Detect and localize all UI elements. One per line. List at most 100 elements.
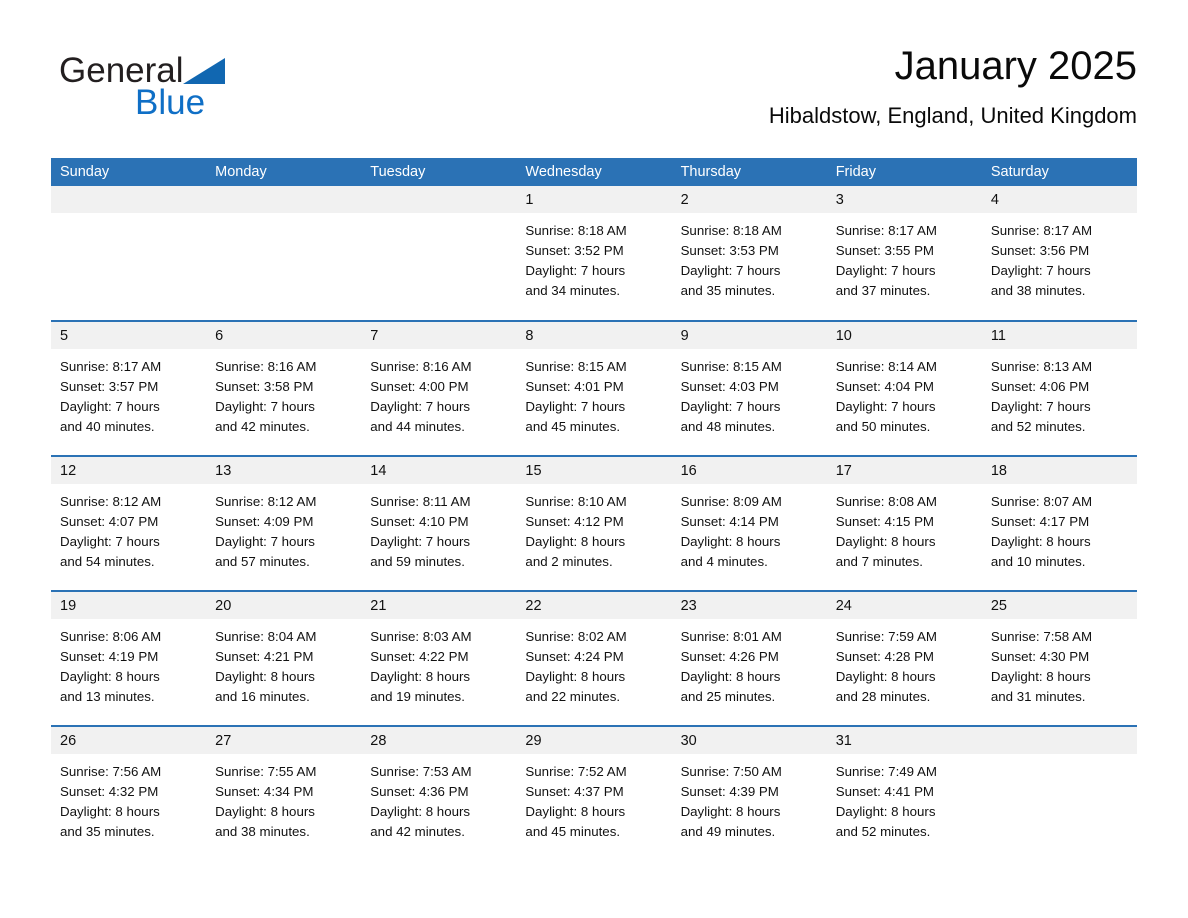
- calendar-cell-day[interactable]: 7 Sunrise: 8:16 AM Sunset: 4:00 PM Daylight…: [361, 320, 517, 456]
- day-number: 20: [206, 592, 362, 619]
- day-details: Sunrise: 7:50 AM Sunset: 4:39 PM Daylight:…: [672, 754, 827, 842]
- day-detail-line: Sunrise: 8:09 AM: [680, 494, 782, 509]
- calendar-cell-day[interactable]: 28 Sunrise: 7:53 AM Sunset: 4:36 PM Dayligh…: [361, 725, 517, 861]
- day-detail-line: Daylight: 8 hours: [525, 534, 626, 549]
- weekday-header-monday: Monday: [206, 158, 362, 186]
- day-details: Sunrise: 8:01 AM Sunset: 4:26 PM Daylight:…: [672, 619, 827, 707]
- day-details: Sunrise: 7:49 AM Sunset: 4:41 PM Daylight:…: [827, 754, 982, 842]
- day-detail-line: Daylight: 8 hours: [215, 669, 315, 684]
- weekday-header-saturday: Saturday: [981, 158, 1137, 186]
- day-details: Sunrise: 8:11 AM Sunset: 4:10 PM Daylight:…: [361, 484, 516, 572]
- day-details: Sunrise: 8:13 AM Sunset: 4:06 PM Daylight:…: [982, 349, 1137, 437]
- day-detail-line: Daylight: 7 hours: [525, 399, 626, 414]
- day-detail-line: Sunset: 4:14 PM: [680, 514, 779, 529]
- day-detail-line: and 13 minutes.: [60, 689, 155, 704]
- calendar-cell-day[interactable]: 12 Sunrise: 8:12 AM Sunset: 4:07 PM Dayligh…: [51, 455, 207, 591]
- day-number: 17: [826, 457, 982, 484]
- day-number: 28: [361, 727, 517, 754]
- day-number: 24: [826, 592, 982, 619]
- day-detail-line: Daylight: 8 hours: [370, 804, 471, 819]
- day-details: Sunrise: 8:12 AM Sunset: 4:09 PM Daylight:…: [206, 484, 361, 572]
- calendar-cell-day[interactable]: 25 Sunrise: 7:58 AM Sunset: 4:30 PM Dayligh…: [981, 590, 1137, 726]
- calendar-cell-day[interactable]: 30 Sunrise: 7:50 AM Sunset: 4:39 PM Dayligh…: [671, 725, 827, 861]
- day-detail-line: Sunrise: 7:50 AM: [680, 764, 782, 779]
- calendar-cell-day[interactable]: 3 Sunrise: 8:17 AM Sunset: 3:55 PM Daylight…: [826, 186, 982, 321]
- day-detail-line: Daylight: 8 hours: [990, 534, 1091, 549]
- day-detail-line: Sunset: 4:30 PM: [990, 649, 1090, 664]
- day-details: [51, 213, 206, 221]
- day-number: 13: [206, 457, 362, 484]
- day-details: Sunrise: 7:55 AM Sunset: 4:34 PM Daylight:…: [206, 754, 361, 842]
- day-details: Sunrise: 7:59 AM Sunset: 4:28 PM Daylight:…: [827, 619, 982, 707]
- calendar-cell-day[interactable]: 15 Sunrise: 8:10 AM Sunset: 4:12 PM Dayligh…: [516, 455, 672, 591]
- day-detail-line: and 59 minutes.: [370, 554, 465, 569]
- day-details: Sunrise: 8:12 AM Sunset: 4:07 PM Daylight:…: [51, 484, 206, 572]
- day-detail-line: Sunset: 4:24 PM: [525, 649, 624, 664]
- day-details: Sunrise: 8:17 AM Sunset: 3:57 PM Daylight:…: [51, 349, 206, 437]
- day-details: [361, 213, 516, 221]
- day-detail-line: and 35 minutes.: [680, 283, 776, 298]
- day-detail-line: Sunset: 4:26 PM: [680, 649, 779, 664]
- calendar-cell-day[interactable]: 1 Sunrise: 8:18 AM Sunset: 3:52 PM Daylight…: [516, 186, 672, 321]
- calendar-cell-day[interactable]: 23 Sunrise: 8:01 AM Sunset: 4:26 PM Dayligh…: [671, 590, 827, 726]
- day-detail-line: and 49 minutes.: [680, 824, 776, 839]
- weekday-header-friday: Friday: [826, 158, 982, 186]
- calendar-cell-day[interactable]: 5 Sunrise: 8:17 AM Sunset: 3:57 PM Daylight…: [51, 320, 207, 456]
- calendar-cell-day[interactable]: 11 Sunrise: 8:13 AM Sunset: 4:06 PM Dayligh…: [981, 320, 1137, 456]
- calendar-week-row: 1 Sunrise: 8:18 AM Sunset: 3:52 PM Daylight…: [51, 186, 1137, 321]
- calendar-cell-day[interactable]: 2 Sunrise: 8:18 AM Sunset: 3:53 PM Daylight…: [671, 186, 827, 321]
- general-blue-logo[interactable]: General Blue: [59, 52, 359, 132]
- calendar-cell-day[interactable]: 9 Sunrise: 8:15 AM Sunset: 4:03 PM Daylight…: [671, 320, 827, 456]
- day-detail-line: Sunrise: 8:08 AM: [835, 494, 937, 509]
- calendar-cell-day[interactable]: 8 Sunrise: 8:15 AM Sunset: 4:01 PM Daylight…: [516, 320, 672, 456]
- day-detail-line: Sunrise: 7:49 AM: [835, 764, 937, 779]
- calendar-cell-day[interactable]: 4 Sunrise: 8:17 AM Sunset: 3:56 PM Daylight…: [981, 186, 1137, 321]
- day-number: [51, 186, 207, 213]
- day-detail-line: Sunrise: 8:17 AM: [990, 223, 1093, 238]
- day-number: 31: [826, 727, 982, 754]
- calendar-cell-day[interactable]: 14 Sunrise: 8:11 AM Sunset: 4:10 PM Dayligh…: [361, 455, 517, 591]
- day-detail-line: Daylight: 7 hours: [835, 263, 936, 278]
- day-detail-line: and 40 minutes.: [60, 419, 155, 434]
- calendar-cell-day[interactable]: 22 Sunrise: 8:02 AM Sunset: 4:24 PM Dayligh…: [516, 590, 672, 726]
- calendar-cell-day[interactable]: 27 Sunrise: 7:55 AM Sunset: 4:34 PM Dayligh…: [206, 725, 362, 861]
- calendar-cell-day[interactable]: 26 Sunrise: 7:56 AM Sunset: 4:32 PM Dayligh…: [51, 725, 207, 861]
- day-detail-line: Sunset: 4:04 PM: [835, 379, 935, 394]
- calendar-cell-day[interactable]: 21 Sunrise: 8:03 AM Sunset: 4:22 PM Dayligh…: [361, 590, 517, 726]
- day-number: 10: [826, 322, 982, 349]
- calendar-cell-day[interactable]: 19 Sunrise: 8:06 AM Sunset: 4:19 PM Dayligh…: [51, 590, 207, 726]
- calendar-cell-day[interactable]: 13 Sunrise: 8:12 AM Sunset: 4:09 PM Dayligh…: [206, 455, 362, 591]
- day-detail-line: Sunrise: 8:12 AM: [60, 494, 162, 509]
- day-details: Sunrise: 8:16 AM Sunset: 3:58 PM Daylight:…: [206, 349, 361, 437]
- day-number: 2: [671, 186, 827, 213]
- day-detail-line: and 38 minutes.: [990, 283, 1086, 298]
- calendar-cell-day[interactable]: 17 Sunrise: 8:08 AM Sunset: 4:15 PM Dayligh…: [826, 455, 982, 591]
- day-detail-line: and 42 minutes.: [215, 419, 310, 434]
- logo-word-blue: Blue: [135, 83, 206, 122]
- day-detail-line: Sunrise: 8:16 AM: [215, 359, 317, 374]
- day-detail-line: Sunrise: 8:07 AM: [990, 494, 1093, 509]
- calendar-cell-empty: [361, 186, 517, 321]
- day-detail-line: Daylight: 8 hours: [215, 804, 315, 819]
- day-detail-line: Sunrise: 7:52 AM: [525, 764, 627, 779]
- day-detail-line: and 7 minutes.: [835, 554, 923, 569]
- calendar-cell-day[interactable]: 31 Sunrise: 7:49 AM Sunset: 4:41 PM Dayligh…: [826, 725, 982, 861]
- day-details: Sunrise: 7:53 AM Sunset: 4:36 PM Daylight:…: [361, 754, 516, 842]
- day-detail-line: and 57 minutes.: [215, 554, 310, 569]
- calendar-cell-day[interactable]: 16 Sunrise: 8:09 AM Sunset: 4:14 PM Dayligh…: [671, 455, 827, 591]
- day-number: 8: [516, 322, 672, 349]
- day-detail-line: Daylight: 7 hours: [990, 399, 1091, 414]
- day-details: Sunrise: 8:10 AM Sunset: 4:12 PM Daylight:…: [516, 484, 671, 572]
- day-number: 16: [671, 457, 827, 484]
- calendar-cell-day[interactable]: 6 Sunrise: 8:16 AM Sunset: 3:58 PM Daylight…: [206, 320, 362, 456]
- day-detail-line: Sunset: 3:57 PM: [60, 379, 159, 394]
- calendar-cell-day[interactable]: 10 Sunrise: 8:14 AM Sunset: 4:04 PM Dayligh…: [826, 320, 982, 456]
- calendar-cell-day[interactable]: 18 Sunrise: 8:07 AM Sunset: 4:17 PM Dayligh…: [981, 455, 1137, 591]
- calendar-cell-day[interactable]: 20 Sunrise: 8:04 AM Sunset: 4:21 PM Dayligh…: [206, 590, 362, 726]
- calendar-cell-day[interactable]: 29 Sunrise: 7:52 AM Sunset: 4:37 PM Dayligh…: [516, 725, 672, 861]
- day-detail-line: Sunset: 4:17 PM: [990, 514, 1090, 529]
- day-details: Sunrise: 8:17 AM Sunset: 3:55 PM Daylight:…: [827, 213, 982, 301]
- day-number: 29: [516, 727, 672, 754]
- calendar-cell-day[interactable]: 24 Sunrise: 7:59 AM Sunset: 4:28 PM Dayligh…: [826, 590, 982, 726]
- day-number: 14: [361, 457, 517, 484]
